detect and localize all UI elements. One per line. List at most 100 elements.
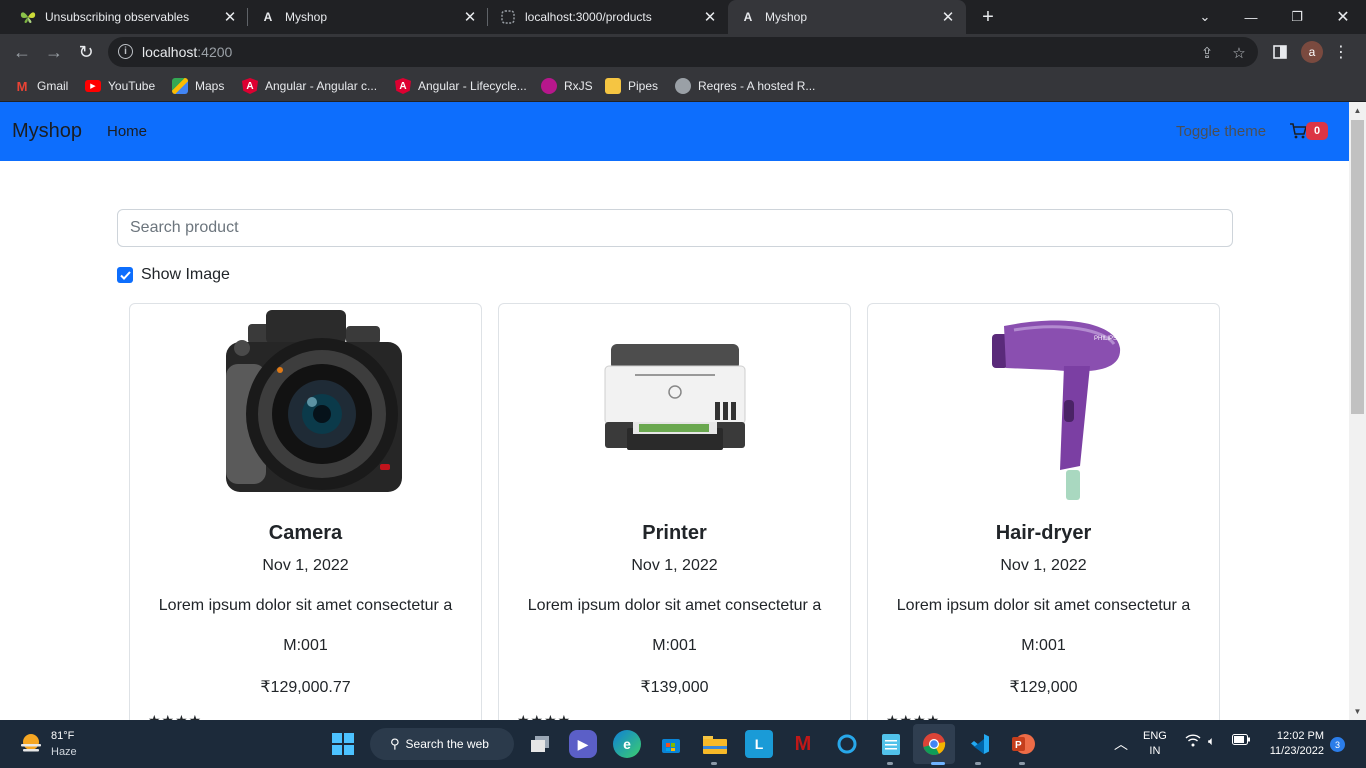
bookmark-maps[interactable]: Maps: [172, 76, 224, 96]
close-tab-icon[interactable]: ✕: [702, 9, 718, 26]
task-view-icon[interactable]: [526, 730, 554, 758]
rxjs-icon: [541, 78, 557, 94]
browser-tab[interactable]: A Myshop ✕: [248, 0, 488, 34]
system-clock[interactable]: 12:02 PM 11/23/2022: [1262, 729, 1324, 759]
browser-tab[interactable]: localhost:3000/products ✕: [488, 0, 728, 34]
edge-icon[interactable]: e: [613, 730, 641, 758]
app-navbar: Myshop Home Toggle theme 0: [0, 102, 1349, 161]
product-name: Printer: [642, 522, 707, 544]
taskbar-search[interactable]: ⚲ Search the web: [370, 728, 514, 760]
cortana-icon[interactable]: [833, 730, 861, 758]
battery-icon[interactable]: [1232, 734, 1250, 748]
product-name: Hair-dryer: [995, 522, 1092, 544]
tray-chevron-icon[interactable]: ︿: [1114, 734, 1128, 754]
lens-app-icon[interactable]: L: [745, 730, 773, 758]
url-field[interactable]: i localhost:4200 ⇪ ☆: [108, 37, 1258, 67]
scroll-down-icon[interactable]: ▼: [1353, 706, 1362, 716]
tab-title: Myshop: [285, 10, 328, 24]
running-indicator: [1019, 762, 1025, 765]
browser-tab-active[interactable]: A Myshop ✕: [728, 0, 966, 34]
cart-icon[interactable]: [1289, 122, 1307, 140]
close-tab-icon[interactable]: ✕: [462, 9, 478, 26]
rating-stars: ★★★★: [517, 712, 572, 720]
nav-home-link[interactable]: Home: [107, 123, 147, 140]
close-tab-icon[interactable]: ✕: [940, 9, 956, 26]
angular-icon: A: [395, 78, 411, 94]
scrollbar-thumb[interactable]: [1351, 120, 1364, 414]
new-tab-icon[interactable]: +: [977, 6, 999, 28]
reload-icon[interactable]: ↻: [75, 41, 97, 63]
chat-icon[interactable]: ▶: [569, 730, 597, 758]
rating-stars: ★★★★: [148, 712, 203, 720]
bookmark-star-icon[interactable]: ☆: [1230, 44, 1248, 62]
show-image-checkbox[interactable]: [117, 267, 133, 283]
weather-temperature: 81°F: [51, 730, 75, 742]
angular-icon: A: [743, 10, 753, 24]
svg-text:PHILIPS: PHILIPS: [1094, 336, 1117, 342]
vscode-icon[interactable]: [965, 730, 993, 758]
mcafee-icon[interactable]: M: [789, 730, 817, 758]
close-tab-icon[interactable]: ✕: [222, 9, 238, 26]
globe-icon: [500, 9, 516, 25]
bookmark-reqres[interactable]: Reqres - A hosted R...: [675, 76, 815, 96]
back-icon[interactable]: ←: [11, 41, 33, 63]
windows-start-icon[interactable]: [329, 730, 357, 758]
notepad-icon[interactable]: [877, 730, 905, 758]
profile-avatar[interactable]: a: [1301, 41, 1323, 63]
product-model: M:001: [1021, 637, 1066, 654]
chrome-icon[interactable]: [920, 730, 948, 758]
bookmark-youtube[interactable]: ▶ YouTube: [85, 76, 155, 96]
maps-icon: [172, 78, 188, 94]
product-image-hair-dryer: PHILIPS: [868, 304, 1219, 504]
page-scrollbar[interactable]: ▲ ▼: [1349, 102, 1366, 720]
input-language[interactable]: ENG IN: [1143, 729, 1167, 759]
product-name: Camera: [268, 522, 343, 544]
search-product-input[interactable]: [117, 209, 1233, 247]
bookmark-gmail[interactable]: M Gmail: [14, 76, 69, 96]
page-viewport: Myshop Home Toggle theme 0 Show Image: [0, 102, 1349, 720]
url-text: localhost:4200: [142, 44, 233, 60]
restore-icon[interactable]: ❐: [1274, 0, 1320, 34]
toggle-theme-link[interactable]: Toggle theme: [1176, 123, 1266, 140]
menu-icon[interactable]: ⋮: [1333, 41, 1349, 63]
product-description: Lorem ipsum dolor sit amet consectetur a: [896, 597, 1191, 614]
show-image-label[interactable]: Show Image: [141, 266, 230, 284]
site-info-icon[interactable]: i: [118, 44, 133, 59]
forward-icon[interactable]: →: [43, 41, 65, 63]
product-image-camera: [130, 304, 481, 504]
product-card[interactable]: Printer Nov 1, 2022 Lorem ipsum dolor si…: [498, 303, 851, 720]
product-card[interactable]: PHILIPS Hair-dryer Nov 1, 2022 Lorem ips…: [867, 303, 1220, 720]
wifi-icon[interactable]: [1185, 734, 1201, 750]
tab-title: Myshop: [765, 10, 808, 24]
side-panel-icon[interactable]: [1271, 43, 1289, 61]
scroll-up-icon[interactable]: ▲: [1353, 105, 1362, 115]
bookmark-angular-lifecycle[interactable]: A Angular - Lifecycle...: [395, 76, 527, 96]
file-explorer-icon[interactable]: [701, 730, 729, 758]
youtube-icon: ▶: [85, 80, 101, 92]
product-card[interactable]: Camera Nov 1, 2022 Lorem ipsum dolor sit…: [129, 303, 482, 720]
angular-icon: A: [263, 10, 273, 24]
browser-tab[interactable]: Unsubscribing observables ✕: [0, 0, 248, 34]
bookmark-rxjs[interactable]: RxJS: [541, 76, 593, 96]
volume-icon[interactable]: 🔈︎: [1208, 734, 1215, 749]
weather-haze-icon[interactable]: [18, 731, 44, 757]
rating-stars: ★★★★: [886, 712, 941, 720]
running-indicator: [975, 762, 981, 765]
product-model: M:001: [283, 637, 328, 654]
share-icon[interactable]: ⇪: [1198, 44, 1216, 62]
minimize-icon[interactable]: —: [1228, 0, 1274, 34]
address-bar: ← → ↻ i localhost:4200 ⇪ ☆ a ⋮: [0, 34, 1366, 70]
bookmark-angular-concepts[interactable]: A Angular - Angular c...: [242, 76, 377, 96]
cart-count-badge: 0: [1306, 122, 1328, 140]
product-date: Nov 1, 2022: [631, 557, 718, 574]
butterfly-icon: [20, 9, 36, 25]
product-image-printer: [499, 304, 850, 504]
product-description: Lorem ipsum dolor sit amet consectetur a: [527, 597, 822, 614]
notification-count-badge[interactable]: 3: [1330, 737, 1345, 752]
close-window-icon[interactable]: ✕: [1320, 0, 1366, 34]
tab-search-icon[interactable]: ⌄: [1182, 0, 1228, 34]
powerpoint-icon[interactable]: P: [1009, 730, 1037, 758]
store-icon[interactable]: [657, 730, 685, 758]
brand-link[interactable]: Myshop: [12, 120, 82, 143]
bookmark-pipes[interactable]: Pipes: [605, 76, 658, 96]
